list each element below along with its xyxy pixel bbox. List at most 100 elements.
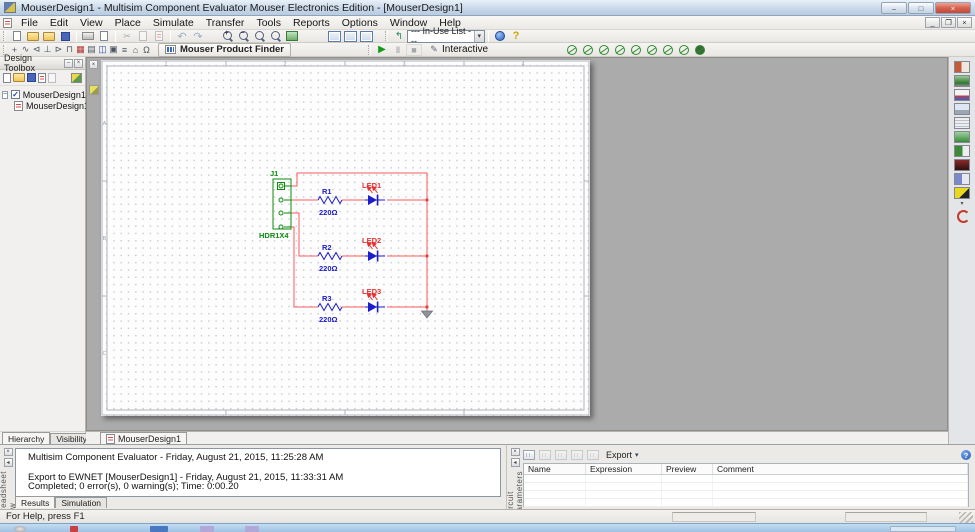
fullscreen-button[interactable] [284, 30, 300, 42]
instrument-current-clamp-button[interactable] [954, 209, 970, 221]
design-toolbox-toggle-button[interactable] [326, 30, 342, 42]
cut-button[interactable] [119, 30, 135, 42]
menu-view[interactable]: View [74, 17, 109, 29]
zoom-area-button[interactable] [252, 30, 268, 42]
resize-grip[interactable] [959, 512, 973, 523]
menu-simulate[interactable]: Simulate [147, 17, 200, 29]
table-row[interactable] [524, 491, 968, 499]
tree-root-item[interactable]: − MouserDesign1 [2, 89, 83, 100]
run-button[interactable] [374, 44, 390, 56]
maximize-button[interactable]: □ [908, 2, 934, 14]
mdi-minimize-button[interactable]: _ [925, 17, 940, 28]
param-move-up-button[interactable] [555, 450, 567, 460]
place-misc-button[interactable] [130, 44, 141, 56]
probe-differential-voltage-button[interactable] [612, 44, 628, 56]
taskbar-icon[interactable] [245, 526, 259, 532]
taskbar-icon[interactable] [70, 526, 78, 532]
component-led3[interactable] [365, 293, 385, 312]
tree-expander-icon[interactable]: − [2, 91, 8, 99]
zoom-out-button[interactable]: − [236, 30, 252, 42]
design-toolbox-minimize-button[interactable]: – [64, 59, 73, 68]
tab-hierarchy[interactable]: Hierarchy [2, 432, 50, 444]
parameters-table[interactable]: Name Expression Preview Comment [523, 463, 969, 507]
component-led2[interactable] [365, 242, 385, 261]
taskbar-icon[interactable] [150, 526, 168, 532]
minimize-button[interactable]: – [881, 2, 907, 14]
spreadsheet-collapse-button[interactable] [4, 458, 13, 467]
column-preview[interactable]: Preview [662, 464, 713, 474]
zoom-in-button[interactable]: + [220, 30, 236, 42]
schematic-sheet[interactable]: 1 2 3 4 A B C [101, 60, 590, 416]
open-sample-button[interactable] [41, 30, 57, 42]
place-connector-button[interactable] [141, 44, 152, 56]
menu-reports[interactable]: Reports [287, 17, 336, 29]
stop-button[interactable] [406, 44, 422, 56]
menu-transfer[interactable]: Transfer [200, 17, 251, 29]
dt-close-sheet-button[interactable] [38, 73, 46, 83]
probe-voltage-reference-button[interactable] [644, 44, 660, 56]
instrument-four-channel-scope-button[interactable] [954, 117, 970, 129]
zoom-fit-button[interactable] [268, 30, 284, 42]
instrument-more-arrow[interactable] [958, 200, 966, 207]
param-move-down-button[interactable] [571, 450, 583, 460]
sheet-tab-mouserdesign1[interactable]: MouserDesign1 [100, 432, 187, 444]
mdi-close-button[interactable]: × [957, 17, 972, 28]
dt-new-button[interactable] [3, 73, 11, 83]
place-ttl-button[interactable] [64, 44, 75, 56]
mouser-product-finder-button[interactable]: Mouser Product Finder [158, 43, 291, 57]
place-cmos-button[interactable] [75, 44, 86, 56]
component-r1[interactable] [318, 197, 342, 204]
menu-place[interactable]: Place [109, 17, 147, 29]
start-button[interactable] [14, 526, 26, 532]
place-mixed-button[interactable] [97, 44, 108, 56]
instrument-bode-plotter-button[interactable] [954, 131, 970, 143]
probe-settings-button[interactable] [692, 44, 708, 56]
interactive-button[interactable]: Interactive [442, 44, 488, 55]
place-misc-digital-button[interactable] [86, 44, 97, 56]
pause-button[interactable] [390, 44, 406, 56]
table-row[interactable] [524, 483, 968, 491]
undo-button[interactable] [174, 30, 190, 42]
tree-root-label[interactable]: MouserDesign1 [23, 90, 86, 100]
results-log[interactable]: Multisim Component Evaluator - Friday, A… [15, 448, 501, 497]
new-button[interactable] [9, 30, 25, 42]
toolbar-grip[interactable] [3, 31, 6, 41]
instrument-multimeter-button[interactable] [954, 61, 970, 73]
dt-delete-button[interactable] [48, 73, 56, 83]
spice-netlist-toggle-button[interactable] [358, 30, 374, 42]
save-button[interactable] [57, 30, 73, 42]
tree-child-item[interactable]: MouserDesign1 [2, 100, 83, 111]
param-renumber-button[interactable] [587, 450, 599, 460]
column-comment[interactable]: Comment [713, 464, 968, 474]
copy-button[interactable] [135, 30, 151, 42]
tree-child-label[interactable]: MouserDesign1 [26, 101, 89, 111]
instrument-oscilloscope-button[interactable] [954, 103, 970, 115]
instrument-wattmeter-button[interactable] [954, 89, 970, 101]
table-row[interactable] [524, 475, 968, 483]
component-j1[interactable] [273, 179, 291, 229]
print-button[interactable] [80, 30, 96, 42]
export-button[interactable]: Export [603, 449, 642, 461]
circuit-wires[interactable] [291, 173, 427, 311]
schematic-workspace[interactable]: × 1 2 3 4 A B C [86, 57, 948, 431]
menu-tools[interactable]: Tools [250, 17, 287, 29]
circuit-parameters-collapse-button[interactable] [511, 458, 520, 467]
spreadsheet-close-button[interactable]: × [4, 448, 13, 456]
place-indicator-button[interactable] [108, 44, 119, 56]
print-preview-button[interactable] [96, 30, 112, 42]
component-r3[interactable] [318, 304, 342, 311]
toolbar-grip[interactable] [385, 31, 388, 41]
open-button[interactable] [25, 30, 41, 42]
instrument-function-generator-button[interactable] [954, 75, 970, 87]
close-button[interactable]: × [935, 2, 971, 14]
dt-open-button[interactable] [13, 73, 25, 82]
probe-current-button[interactable] [580, 44, 596, 56]
probe-voltage-button[interactable] [564, 44, 580, 56]
column-name[interactable]: Name [524, 464, 586, 474]
redo-button[interactable] [190, 30, 206, 42]
probe-voltage-current-button[interactable] [628, 44, 644, 56]
instrument-logic-converter-button[interactable] [954, 173, 970, 185]
tab-simulation[interactable]: Simulation [55, 497, 107, 508]
instrument-measurement-probe-button[interactable] [954, 187, 970, 199]
design-toolbox-close-button[interactable]: × [74, 59, 83, 68]
